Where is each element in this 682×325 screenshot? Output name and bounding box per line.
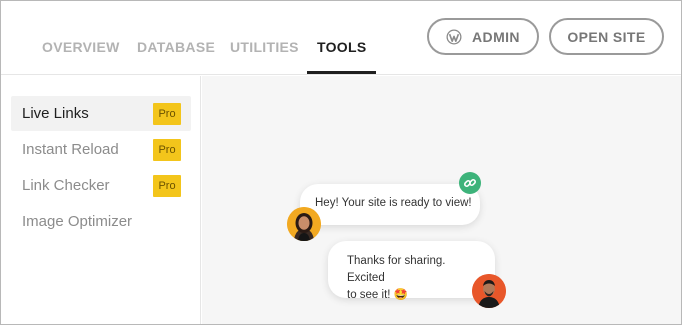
sidebar-item-link-checker[interactable]: Link Checker Pro <box>11 168 191 203</box>
open-site-button-label: OPEN SITE <box>567 28 646 45</box>
sidebar-item-live-links[interactable]: Live Links Pro <box>11 96 191 131</box>
sidebar-item-instant-reload[interactable]: Instant Reload Pro <box>11 132 191 167</box>
open-site-button[interactable]: OPEN SITE <box>549 18 664 55</box>
man-avatar <box>472 274 506 308</box>
sidebar-item-image-optimizer[interactable]: Image Optimizer <box>11 204 191 239</box>
tab-utilities[interactable]: UTILITIES <box>230 39 299 55</box>
pro-badge: Pro <box>153 139 181 161</box>
top-nav: OVERVIEW DATABASE UTILITIES TOOLS ADMIN … <box>1 1 681 75</box>
tools-sidebar: Live Links Pro Instant Reload Pro Link C… <box>1 76 201 324</box>
link-icon <box>459 172 481 194</box>
pro-badge: Pro <box>153 103 181 125</box>
chat-message-text: Hey! Your site is ready to view! <box>315 197 472 209</box>
sidebar-item-label: Instant Reload <box>22 141 119 158</box>
tab-overview[interactable]: OVERVIEW <box>42 39 120 55</box>
sidebar-item-label: Link Checker <box>22 177 110 194</box>
pro-badge: Pro <box>153 175 181 197</box>
sidebar-item-label: Image Optimizer <box>22 213 133 230</box>
admin-button[interactable]: ADMIN <box>427 18 539 55</box>
tab-tools[interactable]: TOOLS <box>317 39 366 55</box>
sidebar-item-label: Live Links <box>22 105 89 122</box>
chat-bubble-share: Hey! Your site is ready to view! <box>300 184 480 225</box>
app-window: OVERVIEW DATABASE UTILITIES TOOLS ADMIN … <box>0 0 682 325</box>
chat-bubble-reply: Thanks for sharing. Excited to see it! 🤩 <box>328 241 495 301</box>
wordpress-icon <box>446 29 462 45</box>
live-links-preview: Hey! Your site is ready to view! Thanks … <box>202 76 681 324</box>
chat-message-text: Thanks for sharing. Excited <box>347 255 446 284</box>
admin-button-label: ADMIN <box>472 28 520 45</box>
tab-database[interactable]: DATABASE <box>137 39 215 55</box>
chat-message-text: to see it! 🤩 <box>347 289 408 301</box>
woman-avatar <box>287 207 321 241</box>
active-tab-indicator <box>307 71 376 74</box>
